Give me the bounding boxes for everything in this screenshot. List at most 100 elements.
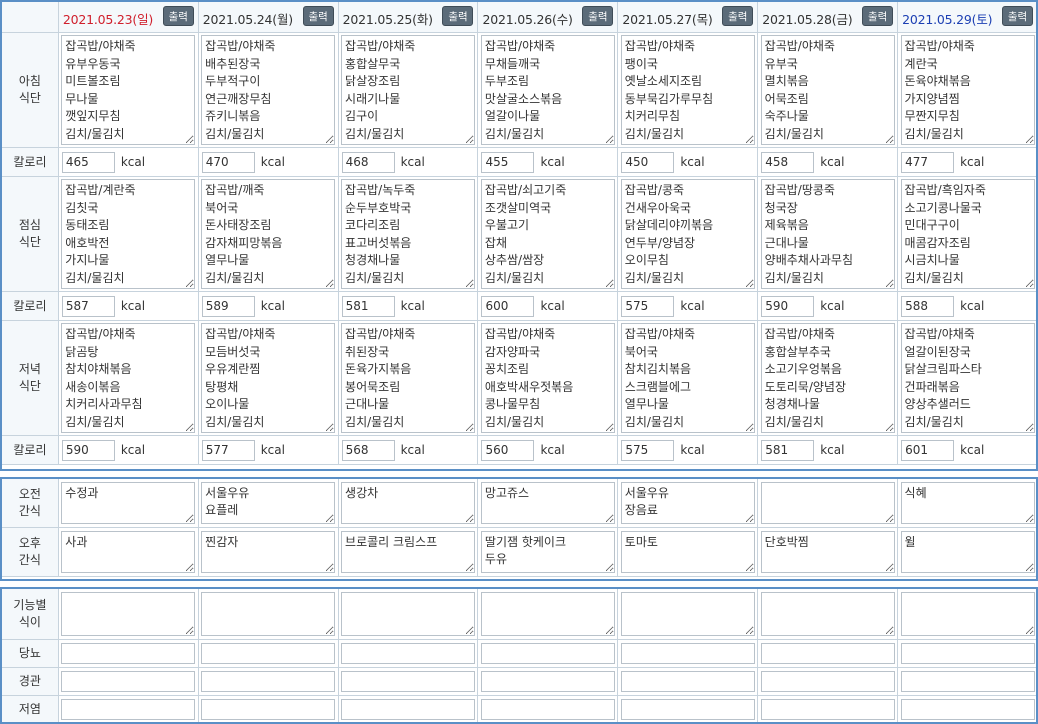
lunch-menu-input[interactable] (480, 179, 615, 289)
functional-diet-input[interactable] (620, 592, 755, 636)
functional-diet-input[interactable] (341, 592, 476, 636)
breakfast-calorie-input[interactable] (901, 151, 955, 173)
pm-snack-input[interactable] (341, 531, 476, 573)
lunch-calorie-input[interactable] (341, 295, 395, 317)
date-header-cell: 2021.05.27(목) 출력 (617, 1, 759, 33)
print-button[interactable]: 출력 (862, 6, 894, 26)
dinner-calorie-input[interactable] (341, 439, 395, 461)
am-snack-input[interactable] (480, 482, 615, 524)
functional-diet-input[interactable] (201, 592, 336, 636)
print-button[interactable]: 출력 (162, 6, 194, 26)
tube-input[interactable] (201, 671, 336, 692)
diabetes-input[interactable] (620, 643, 755, 664)
lunch-menu-input[interactable] (341, 179, 476, 289)
lunch-menu-input[interactable] (620, 179, 755, 289)
dinner-calorie-input[interactable] (61, 439, 115, 461)
dinner-calorie-input[interactable] (201, 439, 255, 461)
tube-input[interactable] (341, 671, 476, 692)
lunch-menu-input[interactable] (900, 179, 1035, 289)
snack-cell (617, 478, 759, 528)
dinner-menu-input[interactable] (201, 323, 336, 433)
dinner-menu-input[interactable] (900, 323, 1035, 433)
breakfast-menu-input[interactable] (620, 35, 755, 145)
lunch-calorie-input[interactable] (61, 295, 115, 317)
date-header: 2021.05.24(월) 출력 (199, 3, 337, 32)
lunch-menu-input[interactable] (61, 179, 196, 289)
calorie-unit: kcal (820, 155, 845, 169)
am-snack-input[interactable] (620, 482, 755, 524)
print-button[interactable]: 출력 (582, 6, 614, 26)
breakfast-menu-input[interactable] (480, 35, 615, 145)
am-snack-input[interactable] (900, 482, 1035, 524)
functional-diet-input[interactable] (900, 592, 1035, 636)
low-salt-input[interactable] (61, 699, 196, 720)
am-snack-input[interactable] (341, 482, 476, 524)
dinner-calorie-input[interactable] (761, 439, 815, 461)
calorie-cell: kcal (897, 147, 1038, 177)
diabetes-input[interactable] (201, 643, 336, 664)
pm-snack-input[interactable] (201, 531, 336, 573)
pm-snack-input[interactable] (61, 531, 196, 573)
lunch-calorie-input[interactable] (901, 295, 955, 317)
diabetes-input[interactable] (900, 643, 1035, 664)
dinner-calorie-input[interactable] (481, 439, 535, 461)
diabetes-input[interactable] (480, 643, 615, 664)
print-button[interactable]: 출력 (302, 6, 334, 26)
dinner-menu-input[interactable] (620, 323, 755, 433)
breakfast-calorie-input[interactable] (621, 151, 675, 173)
tube-cell (617, 667, 759, 696)
tube-input[interactable] (480, 671, 615, 692)
dinner-menu-input[interactable] (341, 323, 476, 433)
pm-snack-input[interactable] (480, 531, 615, 573)
calorie-cell: kcal (57, 435, 199, 465)
print-button[interactable]: 출력 (442, 6, 474, 26)
low-salt-input[interactable] (201, 699, 336, 720)
am-snack-input[interactable] (201, 482, 336, 524)
lunch-calorie-input[interactable] (621, 295, 675, 317)
breakfast-calorie-input[interactable] (481, 151, 535, 173)
breakfast-calorie-input[interactable] (61, 151, 115, 173)
diabetes-input[interactable] (341, 643, 476, 664)
calorie-box: kcal (619, 439, 757, 461)
low-salt-input[interactable] (341, 699, 476, 720)
breakfast-calorie-input[interactable] (761, 151, 815, 173)
am-snack-input[interactable] (760, 482, 895, 524)
am-snack-input[interactable] (61, 482, 196, 524)
functional-diet-input[interactable] (61, 592, 196, 636)
dinner-calorie-input[interactable] (621, 439, 675, 461)
breakfast-menu-input[interactable] (900, 35, 1035, 145)
dinner-calorie-input[interactable] (901, 439, 955, 461)
tube-input[interactable] (620, 671, 755, 692)
breakfast-menu-input[interactable] (341, 35, 476, 145)
dinner-menu-input[interactable] (480, 323, 615, 433)
breakfast-menu-input[interactable] (61, 35, 196, 145)
print-button[interactable]: 출력 (722, 6, 754, 26)
lunch-calorie-input[interactable] (481, 295, 535, 317)
breakfast-calorie-input[interactable] (341, 151, 395, 173)
lunch-calorie-input[interactable] (201, 295, 255, 317)
print-button[interactable]: 출력 (1002, 6, 1033, 26)
lunch-menu-input[interactable] (201, 179, 336, 289)
low-salt-input[interactable] (900, 699, 1035, 720)
pm-snack-input[interactable] (900, 531, 1035, 573)
dinner-menu-input[interactable] (760, 323, 895, 433)
functional-diet-input[interactable] (760, 592, 895, 636)
functional-diet-input[interactable] (480, 592, 615, 636)
calorie-box: kcal (199, 151, 337, 173)
pm-snack-input[interactable] (760, 531, 895, 573)
diabetes-input[interactable] (61, 643, 196, 664)
lunch-calorie-input[interactable] (761, 295, 815, 317)
breakfast-calorie-input[interactable] (201, 151, 255, 173)
low-salt-input[interactable] (760, 699, 895, 720)
low-salt-input[interactable] (620, 699, 755, 720)
tube-input[interactable] (61, 671, 196, 692)
breakfast-menu-input[interactable] (760, 35, 895, 145)
tube-input[interactable] (760, 671, 895, 692)
diabetes-input[interactable] (760, 643, 895, 664)
dinner-menu-input[interactable] (61, 323, 196, 433)
low-salt-input[interactable] (480, 699, 615, 720)
tube-input[interactable] (900, 671, 1035, 692)
lunch-menu-input[interactable] (760, 179, 895, 289)
pm-snack-input[interactable] (620, 531, 755, 573)
breakfast-menu-input[interactable] (201, 35, 336, 145)
